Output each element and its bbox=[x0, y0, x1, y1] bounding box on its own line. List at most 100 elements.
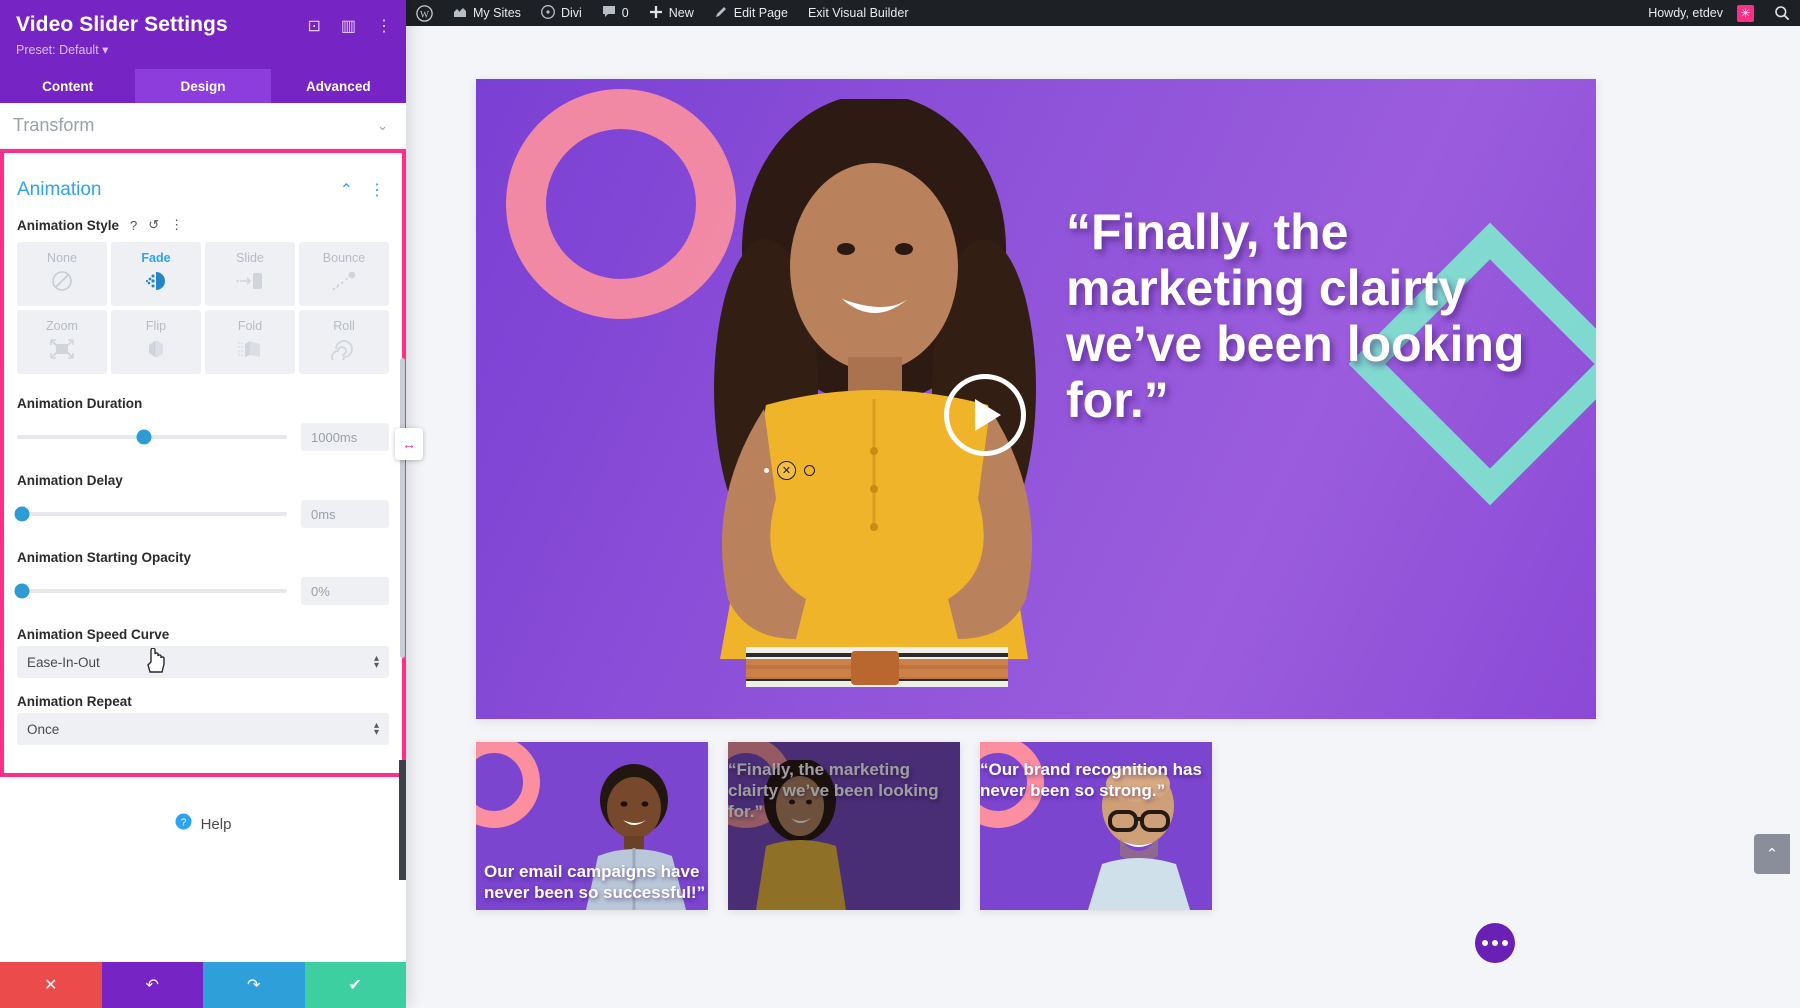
animation-style-label-flip: Flip bbox=[145, 319, 167, 333]
layout-icon[interactable]: ▥ bbox=[341, 16, 356, 36]
tab-content[interactable]: Content bbox=[0, 69, 135, 103]
more-vertical-icon[interactable]: ⋮ bbox=[170, 217, 183, 233]
animation-delay-slider[interactable] bbox=[14, 506, 287, 522]
panel-tabs: Content Design Advanced bbox=[0, 69, 406, 103]
svg-text:W: W bbox=[420, 10, 429, 20]
animation-style-fade[interactable]: Fade bbox=[111, 242, 201, 306]
my-sites-menu[interactable]: My Sites bbox=[443, 0, 531, 26]
play-triangle-icon bbox=[975, 399, 1001, 431]
animation-duration-label: Animation Duration bbox=[17, 396, 143, 411]
divi-icon bbox=[540, 4, 555, 22]
undo-button[interactable]: ↶ bbox=[101, 962, 203, 1008]
save-button[interactable]: ✔ bbox=[304, 962, 406, 1008]
help-label: Help bbox=[200, 815, 232, 833]
animation-style-label-fade: Fade bbox=[141, 251, 171, 265]
divi-label: Divi bbox=[560, 6, 582, 20]
more-vertical-icon[interactable]: ⋮ bbox=[376, 16, 392, 36]
list-item[interactable]: Our email campaigns have never been so s… bbox=[476, 742, 708, 910]
dot-icon bbox=[1482, 940, 1488, 946]
animation-duration-slider[interactable] bbox=[17, 429, 287, 445]
divi-menu[interactable]: Divi bbox=[531, 0, 592, 26]
tab-advanced[interactable]: Advanced bbox=[271, 69, 406, 103]
thumbnail-caption: “Finally, the marketing clairty we’ve be… bbox=[728, 760, 939, 821]
animation-speed-curve-field: Animation Speed Curve Ease-In-Out ▴ ▾ bbox=[4, 627, 402, 678]
edit-page-menu[interactable]: Edit Page bbox=[704, 0, 798, 26]
animation-opacity-input[interactable]: 0% bbox=[301, 577, 389, 605]
close-icon[interactable]: ✕ bbox=[777, 461, 796, 480]
chevron-down-icon: ▾ bbox=[102, 43, 109, 57]
section-transform[interactable]: Transform ⌄ bbox=[0, 103, 406, 149]
animation-style-label-slide: Slide bbox=[236, 251, 264, 265]
dot-icon bbox=[1502, 940, 1508, 946]
animation-opacity-label: Animation Starting Opacity bbox=[17, 550, 192, 565]
pencil-icon bbox=[714, 5, 728, 22]
animation-style-roll[interactable]: Roll bbox=[299, 310, 389, 374]
reset-icon[interactable]: ↺ bbox=[148, 217, 159, 233]
circle-icon[interactable] bbox=[804, 465, 815, 476]
focus-icon[interactable]: ⊡ bbox=[307, 16, 320, 36]
section-animation-label: Animation bbox=[17, 179, 102, 200]
comment-count: 0 bbox=[621, 6, 629, 20]
redo-button[interactable]: ↷ bbox=[203, 962, 305, 1008]
animation-repeat-field: Animation Repeat Once ▴ ▾ bbox=[4, 694, 402, 745]
animation-style-label-bounce: Bounce bbox=[322, 251, 366, 265]
my-sites-label: My Sites bbox=[473, 6, 521, 20]
animation-style-bounce[interactable]: Bounce bbox=[299, 242, 389, 306]
select-arrows-icon: ▴ ▾ bbox=[373, 720, 379, 738]
animation-speed-curve-label: Animation Speed Curve bbox=[17, 627, 170, 642]
decorative-ring bbox=[476, 742, 540, 828]
animation-style-flip[interactable]: Flip bbox=[111, 310, 201, 374]
tab-design[interactable]: Design bbox=[135, 69, 271, 103]
more-vertical-icon[interactable]: ⋮ bbox=[369, 180, 385, 200]
scroll-to-top-button[interactable]: ⌃ bbox=[1754, 834, 1790, 874]
more-options-button[interactable] bbox=[1475, 923, 1515, 963]
new-label: New bbox=[668, 6, 694, 20]
panel-scrollbar[interactable] bbox=[400, 358, 405, 658]
video-slider-hero[interactable]: ✕ “Finally, the marketing clairty we’ve … bbox=[476, 79, 1596, 719]
list-item[interactable]: “Our brand recognition has never been so… bbox=[980, 742, 1212, 910]
sites-icon bbox=[453, 5, 467, 21]
help-button[interactable]: ? Help bbox=[175, 813, 232, 835]
preset-selector[interactable]: Preset: Default ▾ bbox=[16, 42, 390, 57]
play-button[interactable] bbox=[944, 374, 1026, 456]
panel-help-area: ? Help bbox=[0, 777, 406, 962]
slider-knob[interactable] bbox=[136, 429, 152, 445]
comments-menu[interactable]: 0 bbox=[592, 0, 639, 26]
animation-style-zoom[interactable]: Zoom bbox=[17, 310, 107, 374]
panel-scrollbar-dark[interactable] bbox=[399, 760, 406, 880]
chevron-down-icon: ⌄ bbox=[377, 117, 388, 133]
new-menu[interactable]: New bbox=[639, 0, 704, 26]
animation-repeat-label: Animation Repeat bbox=[17, 694, 132, 709]
animation-duration-field: Animation Duration 1000ms bbox=[4, 396, 402, 451]
module-settings-panel: Video Slider Settings Preset: Default ▾ … bbox=[0, 0, 406, 1008]
animation-repeat-select[interactable]: Once ▴ ▾ bbox=[17, 713, 389, 745]
wp-admin-bar: W My Sites Divi 0 New Edit Page Exit Vis… bbox=[406, 0, 1800, 26]
animation-duration-input[interactable]: 1000ms bbox=[301, 423, 389, 451]
close-button[interactable]: ✕ bbox=[0, 962, 102, 1008]
panel-resize-handle[interactable]: ↔ bbox=[395, 428, 423, 460]
search-icon[interactable] bbox=[1764, 0, 1800, 26]
select-arrows-icon: ▴ ▾ bbox=[373, 653, 379, 671]
list-item[interactable]: “Finally, the marketing clairty we’ve be… bbox=[728, 742, 960, 910]
animation-style-fold[interactable]: Fold bbox=[205, 310, 295, 374]
panel-header-icons: ⊡ ▥ ⋮ bbox=[307, 16, 392, 36]
account-menu[interactable]: Howdy, etdev ✳ bbox=[1638, 0, 1764, 26]
exit-visual-builder-button[interactable]: Exit Visual Builder bbox=[798, 0, 919, 26]
animation-speed-curve-select[interactable]: Ease-In-Out ▴ ▾ bbox=[17, 646, 389, 678]
animation-delay-input[interactable]: 0ms bbox=[301, 500, 389, 528]
animation-opacity-slider[interactable] bbox=[14, 583, 287, 599]
fade-icon bbox=[143, 270, 169, 297]
slide-icon bbox=[236, 270, 264, 297]
wordpress-logo-icon[interactable]: W bbox=[406, 0, 443, 26]
help-icon[interactable]: ? bbox=[130, 218, 137, 233]
howdy-label: Howdy, etdev bbox=[1648, 6, 1723, 20]
slider-knob[interactable] bbox=[14, 506, 30, 522]
zoom-icon bbox=[49, 338, 75, 365]
slider-knob[interactable] bbox=[14, 583, 30, 599]
animation-style-none[interactable]: None bbox=[17, 242, 107, 306]
chevron-up-icon[interactable]: ⌃ bbox=[340, 180, 353, 200]
animation-style-label-roll: Roll bbox=[333, 319, 355, 333]
no-entry-icon bbox=[51, 270, 73, 297]
animation-style-slide[interactable]: Slide bbox=[205, 242, 295, 306]
animation-style-label: Animation Style bbox=[17, 217, 120, 233]
